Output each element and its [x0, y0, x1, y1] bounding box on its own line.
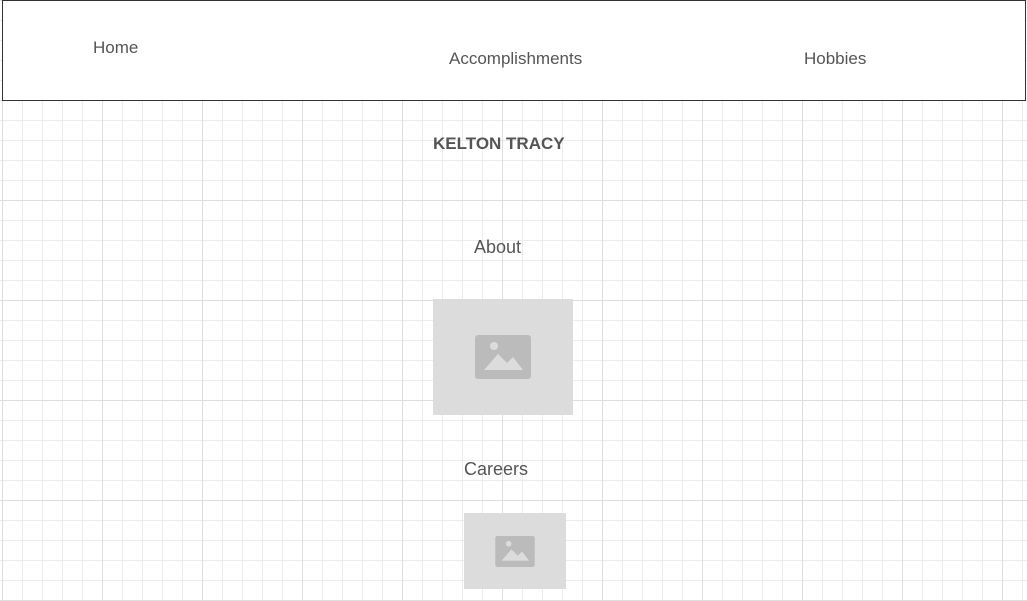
image-icon [475, 335, 531, 379]
about-heading: About [474, 237, 522, 257]
nav-link-accomplishments[interactable]: Accomplishments [449, 49, 582, 69]
page-title: KELTON TRACY [433, 134, 565, 153]
careers-image-placeholder [464, 513, 566, 589]
nav-link-home[interactable]: Home [93, 38, 138, 58]
top-navbar: Home Accomplishments Hobbies [2, 0, 1026, 101]
about-image-placeholder [433, 299, 573, 415]
nav-link-hobbies[interactable]: Hobbies [804, 49, 866, 69]
image-icon [495, 535, 535, 567]
careers-heading: Careers [464, 459, 529, 479]
